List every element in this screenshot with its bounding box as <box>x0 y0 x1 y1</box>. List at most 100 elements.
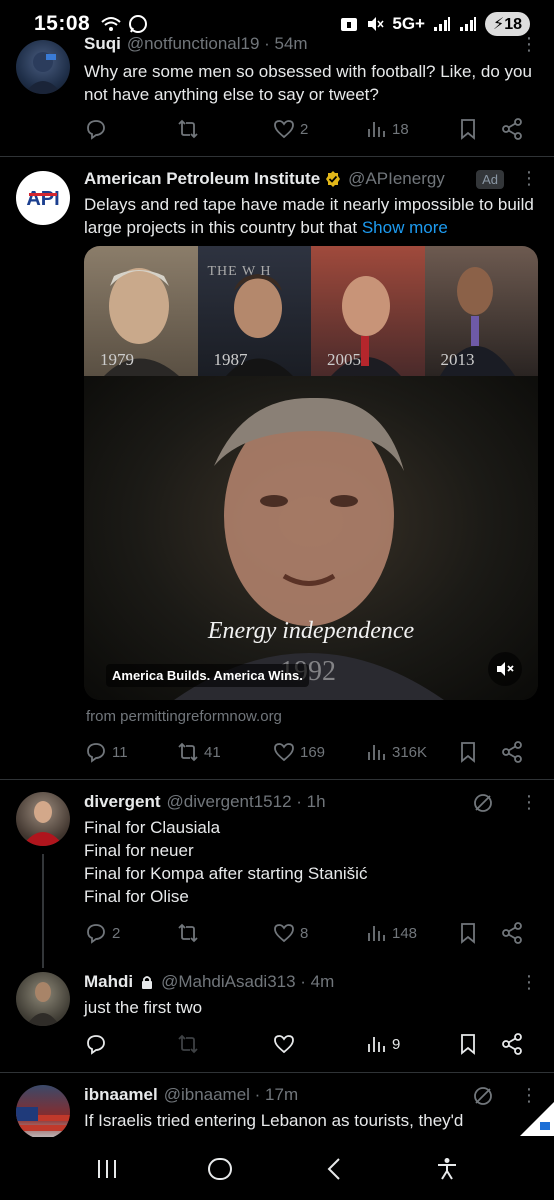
recent-apps-icon <box>97 1160 116 1178</box>
thumb-2013: 2013 <box>424 246 538 376</box>
avatar[interactable] <box>16 792 70 846</box>
thumb-1987: THE W H 1987 <box>197 246 311 376</box>
grok-icon[interactable] <box>472 1085 494 1107</box>
reply-icon <box>87 1035 105 1055</box>
avatar[interactable] <box>16 972 70 1026</box>
bookmark-button[interactable] <box>456 1032 480 1056</box>
thread-connector <box>42 854 44 968</box>
tweet-line: Final for Clausiala <box>84 818 221 837</box>
home-icon <box>208 1158 233 1180</box>
heart-icon <box>274 924 294 943</box>
views-button[interactable]: 18 <box>364 117 409 141</box>
retweet-icon <box>178 1034 198 1054</box>
retweet-icon <box>178 742 198 762</box>
home-button[interactable] <box>200 1149 240 1189</box>
tweet-ibnaamel[interactable]: ibnaamel @ibnaamel · 17m If Israelis tri… <box>0 1073 554 1137</box>
share-button[interactable] <box>500 117 524 141</box>
author-name[interactable]: American Petroleum Institute <box>84 169 320 189</box>
verified-badge-icon <box>326 171 341 187</box>
video-player[interactable]: 1979 THE W H 1987 2005 2013 Energy indep… <box>84 246 538 700</box>
ad-label: Ad <box>476 170 504 189</box>
reply-icon <box>87 924 105 944</box>
author-name[interactable]: Suqi <box>84 34 121 54</box>
speaker-muted-icon <box>497 662 514 676</box>
thumb-caption: THE W H <box>207 264 272 279</box>
author-name[interactable]: Mahdi <box>84 972 133 992</box>
share-icon <box>502 922 522 944</box>
more-options-button[interactable]: ⋮ <box>520 34 538 55</box>
ad-source-link[interactable]: from permittingreformnow.org <box>86 708 282 725</box>
tweet-actions: 11 41 169 316K <box>84 738 530 766</box>
retweet-button[interactable] <box>176 921 204 945</box>
avatar[interactable] <box>16 1085 70 1137</box>
lock-icon <box>142 976 153 989</box>
share-button[interactable] <box>500 921 524 945</box>
more-options-button[interactable]: ⋮ <box>520 168 538 189</box>
author-handle[interactable]: @notfunctional19 · 54m <box>127 34 308 54</box>
accessibility-button[interactable] <box>427 1149 467 1189</box>
share-icon <box>502 118 522 140</box>
reply-button[interactable]: 11 <box>84 740 128 764</box>
retweet-button[interactable] <box>176 117 204 141</box>
video-thumbnail-strip: 1979 THE W H 1987 2005 2013 <box>84 246 538 376</box>
author-name[interactable]: divergent <box>84 792 161 812</box>
back-icon <box>327 1158 340 1180</box>
bookmark-button[interactable] <box>456 117 480 141</box>
like-button[interactable]: 2 <box>272 117 308 141</box>
retweet-button[interactable]: 41 <box>176 740 221 764</box>
video-frame <box>84 376 538 700</box>
reply-button[interactable] <box>84 1032 112 1056</box>
video-caption: America Builds. America Wins. <box>106 664 309 687</box>
year-label: 1979 <box>100 350 134 369</box>
reply-button[interactable] <box>84 117 112 141</box>
year-label: 2013 <box>440 350 475 369</box>
back-button[interactable] <box>314 1149 354 1189</box>
avatar[interactable] <box>16 40 70 94</box>
more-options-button[interactable]: ⋮ <box>520 792 538 813</box>
author-handle[interactable]: @APIenergy <box>348 169 445 189</box>
bookmark-button[interactable] <box>456 921 480 945</box>
bookmark-button[interactable] <box>456 740 480 764</box>
reply-icon <box>87 743 105 763</box>
share-button[interactable] <box>500 740 524 764</box>
views-icon <box>368 926 385 941</box>
tweet-text: just the first two <box>84 998 203 1017</box>
like-button[interactable] <box>272 1032 300 1056</box>
views-button[interactable]: 148 <box>364 921 417 945</box>
tweet-actions: 2 18 <box>84 115 530 143</box>
accessibility-icon <box>438 1158 457 1180</box>
year-label: 1987 <box>213 350 248 369</box>
author-handle[interactable]: @divergent1512 · 1h <box>167 792 326 812</box>
avatar-art <box>26 982 60 1026</box>
author-handle[interactable]: @ibnaamel · 17m <box>164 1085 298 1105</box>
show-more-link[interactable]: Show more <box>362 218 448 237</box>
tweet-line: Final for Olise <box>84 887 189 906</box>
recent-apps-button[interactable] <box>87 1149 127 1189</box>
heart-icon <box>274 743 294 762</box>
share-button[interactable] <box>500 1032 524 1056</box>
views-button[interactable]: 9 <box>364 1032 400 1056</box>
bookmark-icon <box>461 923 475 944</box>
reply-button[interactable]: 2 <box>84 921 120 945</box>
heart-icon <box>274 1035 294 1054</box>
system-nav-bar <box>0 1138 554 1200</box>
retweet-icon <box>178 923 198 943</box>
more-options-button[interactable]: ⋮ <box>520 972 538 993</box>
tweet-text: Final for Clausiala Final for neuer Fina… <box>84 816 536 908</box>
avatar[interactable]: API <box>16 171 70 225</box>
views-icon <box>368 1037 385 1052</box>
bookmark-icon <box>461 1034 475 1055</box>
retweet-icon <box>178 119 198 139</box>
author-handle[interactable]: @MahdiAsadi313 · 4m <box>161 972 334 992</box>
mute-button[interactable] <box>488 652 522 686</box>
like-button[interactable]: 8 <box>272 921 308 945</box>
thumb-2005: 2005 <box>311 246 425 376</box>
retweet-button[interactable] <box>176 1032 204 1056</box>
tweet-text: If Israelis tried entering Lebanon as to… <box>84 1111 464 1130</box>
views-button[interactable]: 316K <box>364 740 427 764</box>
author-name[interactable]: ibnaamel <box>84 1085 158 1105</box>
grok-icon[interactable] <box>472 792 494 814</box>
ad-choices-icon[interactable] <box>520 1102 554 1136</box>
like-button[interactable]: 169 <box>272 740 325 764</box>
thumb-1979: 1979 <box>84 246 198 376</box>
